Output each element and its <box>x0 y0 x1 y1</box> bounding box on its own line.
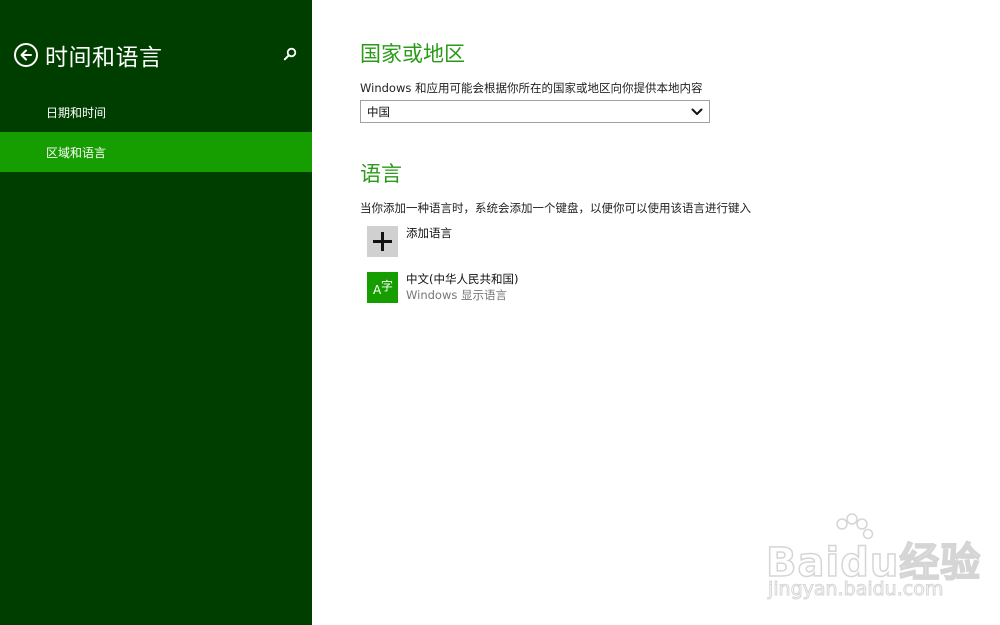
svg-text:字: 字 <box>381 278 393 293</box>
watermark-url: jingyan.baidu.com <box>767 578 944 601</box>
language-subtitle: Windows 显示语言 <box>406 288 507 302</box>
language-text: 中文(中华人民共和国) Windows 显示语言 <box>406 272 518 303</box>
language-description: 当你添加一种语言时，系统会添加一个键盘，以便你可以使用该语言进行键入 <box>360 201 751 215</box>
add-language-button[interactable]: 添加语言 <box>367 226 452 257</box>
language-tile: A 字 <box>367 272 398 303</box>
back-button[interactable] <box>14 43 38 67</box>
region-heading: 国家或地区 <box>360 42 465 66</box>
add-language-text: 添加语言 <box>406 226 452 241</box>
language-name: 中文(中华人民共和国) <box>406 272 519 286</box>
settings-window: 时间和语言 日期和时间 区域和语言 国家或地区 Windows 和应用可能会根据… <box>0 0 1000 625</box>
sidebar-header: 时间和语言 <box>14 38 163 72</box>
add-tile <box>367 226 398 257</box>
chevron-down-icon <box>691 108 703 115</box>
search-icon[interactable] <box>283 47 297 61</box>
language-heading: 语言 <box>360 162 402 186</box>
sidebar-item-date-time[interactable]: 日期和时间 <box>0 92 312 132</box>
sidebar: 时间和语言 日期和时间 区域和语言 <box>0 0 312 625</box>
language-list-item[interactable]: A 字 中文(中华人民共和国) Windows 显示语言 <box>367 272 518 303</box>
sidebar-nav: 日期和时间 区域和语言 <box>0 92 312 172</box>
country-region-value: 中国 <box>367 104 390 119</box>
sidebar-item-label: 区域和语言 <box>46 145 107 160</box>
sidebar-item-region-language[interactable]: 区域和语言 <box>0 132 312 172</box>
sidebar-item-label: 日期和时间 <box>46 105 107 120</box>
plus-icon <box>373 232 392 251</box>
region-description: Windows 和应用可能会根据你所在的国家或地区向你提供本地内容 <box>360 81 703 95</box>
country-region-select[interactable]: 中国 <box>360 100 710 123</box>
watermark: Baidu经验 jingyan.baidu.com <box>760 512 981 612</box>
page-title: 时间和语言 <box>45 45 163 71</box>
back-arrow-icon <box>20 49 32 61</box>
add-language-label: 添加语言 <box>406 226 452 240</box>
language-char-icon: A 字 <box>373 278 393 297</box>
